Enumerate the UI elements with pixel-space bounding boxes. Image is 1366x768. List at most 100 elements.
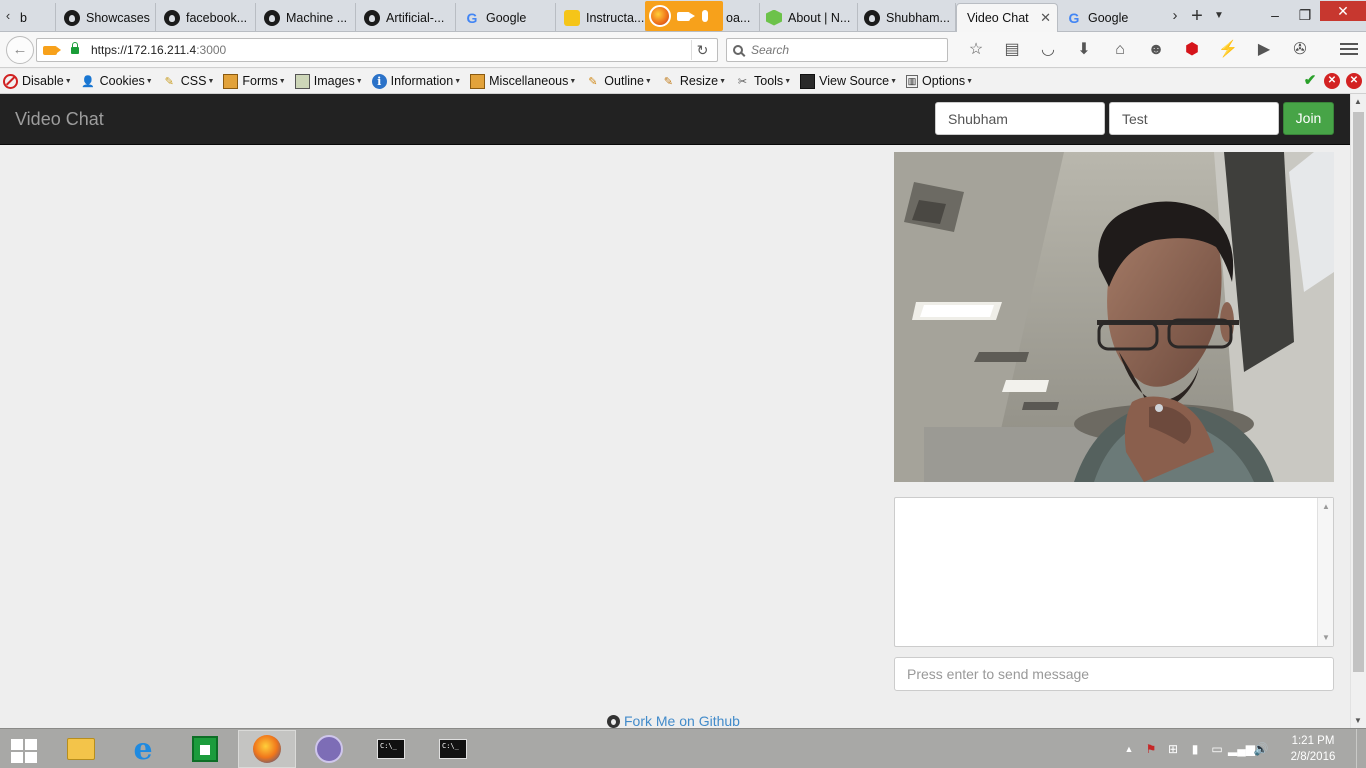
reload-icon[interactable]: ↻ bbox=[691, 40, 713, 60]
extension-icon[interactable]: ✇ bbox=[1282, 36, 1318, 64]
css-icon: ✎ bbox=[164, 75, 174, 88]
list-all-tabs-icon[interactable]: ▼ bbox=[1208, 5, 1230, 27]
page-scrollbar[interactable]: ▲ ▼ bbox=[1350, 94, 1366, 728]
close-tab-icon[interactable]: ✕ bbox=[1034, 10, 1051, 26]
download-helper-icon[interactable]: ▶ bbox=[1246, 36, 1282, 64]
chevron-down-icon[interactable]: ▼ bbox=[1322, 633, 1330, 642]
chat-log[interactable]: ▲ ▼ bbox=[894, 497, 1334, 647]
windows-start-icon[interactable] bbox=[8, 736, 40, 764]
search-icon bbox=[733, 45, 743, 55]
volume-icon[interactable]: 🔊 bbox=[1250, 739, 1272, 759]
name-input[interactable] bbox=[935, 102, 1105, 135]
tab-facebook[interactable]: facebook... bbox=[158, 3, 256, 32]
monitor-icon[interactable]: ▭ bbox=[1206, 739, 1228, 759]
url-text: https://172.16.211.4:3000 bbox=[91, 43, 227, 57]
lock-icon[interactable] bbox=[71, 41, 79, 54]
scroll-down-icon[interactable]: ▼ bbox=[1354, 716, 1362, 725]
outline-icon: ✎ bbox=[588, 75, 598, 88]
media-sharing-indicator[interactable] bbox=[645, 1, 723, 31]
tab-google-1[interactable]: G Google bbox=[458, 3, 556, 32]
tab-label: About | N... bbox=[788, 10, 851, 25]
devbar-tools[interactable]: ✂ Tools ▼ bbox=[735, 74, 791, 89]
tab-video-chat[interactable]: Video Chat ✕ bbox=[956, 3, 1058, 32]
tab-label: Google bbox=[486, 10, 527, 25]
tab-showcases[interactable]: Showcases bbox=[58, 3, 156, 32]
devbar-outline[interactable]: ✎ Outline ▼ bbox=[585, 74, 652, 89]
reading-list-icon[interactable]: ▤ bbox=[994, 36, 1030, 64]
bittorrent-icon[interactable] bbox=[300, 730, 358, 768]
options-icon: ▥ bbox=[906, 74, 919, 88]
search-bar[interactable] bbox=[726, 38, 948, 62]
devbar-forms[interactable]: Forms ▼ bbox=[223, 73, 286, 89]
scrollbar-thumb[interactable] bbox=[1353, 112, 1364, 672]
chevron-up-icon[interactable]: ▲ bbox=[1322, 502, 1330, 511]
tools-icon: ✂ bbox=[737, 75, 748, 88]
scroll-up-icon[interactable]: ▲ bbox=[1354, 97, 1362, 106]
camera-icon bbox=[677, 11, 695, 21]
clock[interactable]: 1:21 PM 2/8/2016 bbox=[1278, 733, 1348, 765]
new-tab-button[interactable]: + bbox=[1186, 5, 1208, 27]
message-input[interactable] bbox=[894, 657, 1334, 691]
home-icon[interactable]: ⌂ bbox=[1102, 36, 1138, 64]
tab-google-2[interactable]: G Google bbox=[1060, 3, 1164, 32]
fork-me-label: Fork Me on Github bbox=[624, 713, 740, 729]
checkmark-icon[interactable]: ✔ bbox=[1302, 73, 1318, 89]
close-toolbar-icon[interactable]: ✕ bbox=[1346, 73, 1362, 89]
show-desktop-button[interactable] bbox=[1356, 729, 1366, 768]
cookies-icon: 👤 bbox=[81, 75, 95, 88]
address-bar[interactable]: https://172.16.211.4:3000 ↻ bbox=[36, 38, 718, 62]
restore-icon[interactable]: ❐ bbox=[1290, 5, 1320, 27]
windows-flag-icon[interactable]: ⊞ bbox=[1162, 739, 1184, 759]
pocket-icon[interactable]: ◡ bbox=[1030, 36, 1066, 64]
devbar-css[interactable]: ✎ CSS ▼ bbox=[162, 74, 215, 89]
error-icon[interactable]: ✕ bbox=[1324, 73, 1340, 89]
search-input[interactable] bbox=[751, 43, 931, 57]
tab-shubham[interactable]: Shubham... bbox=[858, 3, 956, 32]
chat-scrollbar[interactable]: ▲ ▼ bbox=[1317, 498, 1333, 646]
devbar-cookies[interactable]: 👤 Cookies ▼ bbox=[81, 74, 152, 89]
bookmark-star-icon[interactable]: ☆ bbox=[958, 36, 994, 64]
devbar-miscellaneous[interactable]: Miscellaneous ▼ bbox=[470, 73, 576, 89]
chat-icon[interactable]: ☻ bbox=[1138, 36, 1174, 64]
firefox-taskbar-icon[interactable] bbox=[238, 730, 296, 768]
tab-instructables[interactable]: Instructa... bbox=[558, 3, 646, 32]
tab-about[interactable]: About | N... bbox=[760, 3, 858, 32]
command-prompt-icon[interactable]: C:\_ bbox=[362, 730, 420, 768]
tab-artificial[interactable]: Artificial-... bbox=[358, 3, 456, 32]
command-prompt-icon-2[interactable]: C:\_ bbox=[424, 730, 482, 768]
tab-label: b bbox=[20, 10, 27, 25]
internet-explorer-icon[interactable]: e bbox=[114, 730, 172, 768]
devbar-resize[interactable]: ✎ Resize ▼ bbox=[661, 74, 726, 89]
windows-store-icon[interactable] bbox=[176, 730, 234, 768]
room-input[interactable] bbox=[1109, 102, 1279, 135]
app-navbar: Video Chat Join bbox=[0, 94, 1350, 145]
brand-title[interactable]: Video Chat bbox=[15, 109, 104, 130]
ublock-icon[interactable]: ⬢ bbox=[1174, 36, 1210, 64]
tab-shared[interactable]: oa... bbox=[720, 3, 760, 32]
information-icon: i bbox=[371, 73, 387, 89]
back-arrow-icon[interactable]: ← bbox=[6, 36, 34, 64]
minimize-icon[interactable]: – bbox=[1260, 5, 1290, 27]
camera-sharing-icon[interactable] bbox=[43, 45, 61, 55]
devbar-images[interactable]: Images ▼ bbox=[294, 73, 363, 89]
tab-machine[interactable]: Machine ... bbox=[258, 3, 356, 32]
action-center-icon[interactable]: ⚑ bbox=[1140, 739, 1162, 759]
images-icon bbox=[294, 73, 310, 89]
fork-me-link[interactable]: Fork Me on Github bbox=[607, 713, 740, 729]
devbar-view-source[interactable]: View Source ▼ bbox=[800, 73, 897, 89]
addon-icon[interactable]: ⚡ bbox=[1210, 36, 1246, 64]
devbar-information[interactable]: i Information ▼ bbox=[371, 73, 461, 89]
window-close-icon[interactable]: ✕ bbox=[1320, 1, 1366, 21]
tab-scroll-right-button[interactable]: › bbox=[1164, 5, 1186, 27]
devbar-options[interactable]: ▥ Options ▼ bbox=[906, 74, 973, 88]
download-icon[interactable]: ⬇ bbox=[1066, 36, 1102, 64]
show-hidden-icons-icon[interactable]: ▲ bbox=[1118, 739, 1140, 759]
tab-label: facebook... bbox=[186, 10, 248, 25]
join-button[interactable]: Join bbox=[1283, 102, 1334, 135]
power-icon[interactable]: ▮ bbox=[1184, 739, 1206, 759]
menu-icon[interactable] bbox=[1340, 40, 1358, 60]
file-explorer-icon[interactable] bbox=[52, 730, 110, 768]
network-signal-icon[interactable]: ▂▄▆ bbox=[1228, 739, 1255, 759]
devbar-disable[interactable]: Disable ▼ bbox=[3, 73, 72, 89]
tab-partial[interactable]: b bbox=[14, 3, 56, 32]
